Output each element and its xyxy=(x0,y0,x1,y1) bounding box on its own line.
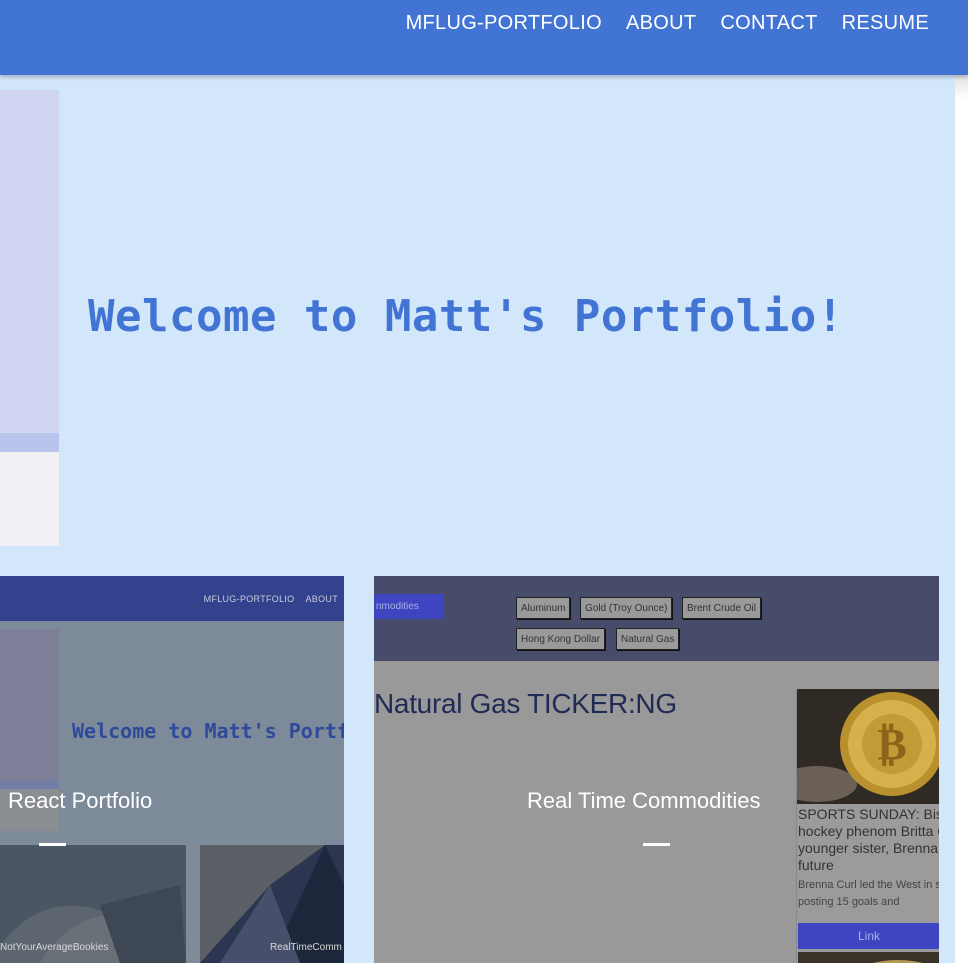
hero-title: Welcome to Matt's Portfolio! xyxy=(88,291,844,342)
project-card-underline xyxy=(39,843,66,846)
scrollbar-shadow xyxy=(955,75,968,99)
nav-link-resume[interactable]: RESUME xyxy=(842,10,929,36)
hero-side-image-bottom xyxy=(0,452,59,546)
project-card-title: React Portfolio xyxy=(8,788,153,813)
coin-icon xyxy=(798,952,939,963)
preview-nav-link: MFLUG-PORTFOLIO xyxy=(203,594,295,604)
hero-side-image-strip xyxy=(0,433,59,452)
top-navbar: MFLUG-PORTFOLIO ABOUT CONTACT RESUME xyxy=(0,0,968,75)
preview-tile-caption: RealTimeComm xyxy=(270,942,342,953)
preview-nav-link: ABOUT xyxy=(305,594,338,604)
svg-text:₿: ₿ xyxy=(877,719,906,770)
preview-news-card: ₿ SPORTS SUNDAY: Bism hockey phenom Brit… xyxy=(796,689,939,963)
project-card-react-portfolio[interactable]: MFLUG-PORTFOLIO ABOUT Welcome to Matt's … xyxy=(0,576,344,963)
preview-tile-commodities: RealTimeComm xyxy=(200,845,344,963)
preview-chip: Hong Kong Dollar xyxy=(516,628,605,650)
hero-side-image xyxy=(0,90,59,546)
preview-news-snippet: Brenna Curl led the West in s season, po… xyxy=(798,879,939,908)
project-card-underline xyxy=(643,843,670,846)
preview-navbar: MFLUG-PORTFOLIO ABOUT xyxy=(0,576,344,621)
bitcoin-image: ₿ xyxy=(797,689,939,804)
scrollbar-track[interactable] xyxy=(955,75,968,963)
main-content: Welcome to Matt's Portfolio! MFLUG-PORTF… xyxy=(0,75,955,963)
bitcoin-coin-icon: ₿ xyxy=(797,689,939,804)
nav-link-about[interactable]: ABOUT xyxy=(626,10,696,36)
preview-side-image xyxy=(0,629,59,781)
preview-ticker-title: Natural Gas TICKER:NG xyxy=(374,688,677,719)
preview-hero-title: Welcome to Matt's Portf xyxy=(72,719,344,743)
preview-chip: Brent Crude Oil xyxy=(682,597,761,619)
preview-chip: Gold (Troy Ounce) xyxy=(580,597,673,619)
nav-link-portfolio[interactable]: MFLUG-PORTFOLIO xyxy=(406,10,602,36)
preview-chip: Natural Gas xyxy=(616,628,680,650)
preview-tile-bookies: NotYourAverageBookies xyxy=(0,845,186,963)
nav-links: MFLUG-PORTFOLIO ABOUT CONTACT RESUME xyxy=(406,10,929,36)
preview-news-link-button: Link xyxy=(798,923,939,949)
preview-news-headline: SPORTS SUNDAY: Bism hockey phenom Britta… xyxy=(798,806,939,873)
preview-tile-caption: NotYourAverageBookies xyxy=(0,942,109,953)
preview-nav-links: MFLUG-PORTFOLIO ABOUT xyxy=(204,594,338,604)
coin-image-2 xyxy=(798,952,939,963)
preview-tab: nmodities xyxy=(374,594,443,619)
preview-chip: Aluminum xyxy=(516,597,571,619)
project-card-real-time-commodities[interactable]: nmodities Aluminum Gold (Troy Ounce) Bre… xyxy=(374,576,939,963)
nav-link-contact[interactable]: CONTACT xyxy=(720,10,817,36)
project-card-title: Real Time Commodities xyxy=(527,788,761,813)
preview-header: nmodities Aluminum Gold (Troy Ounce) Bre… xyxy=(374,576,939,661)
